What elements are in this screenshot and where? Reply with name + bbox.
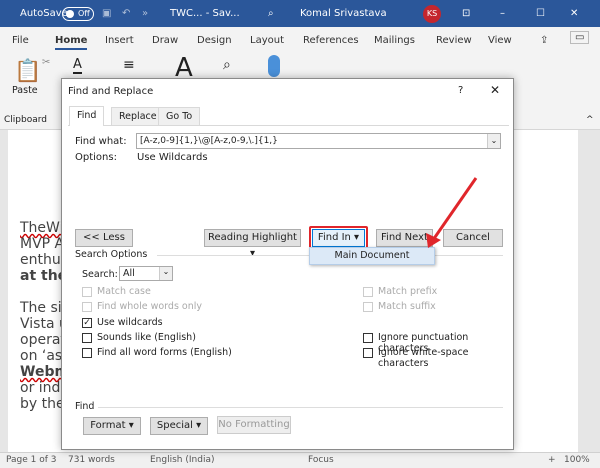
tab-view[interactable]: View <box>488 35 512 46</box>
checkbox[interactable] <box>82 348 92 358</box>
ribbon-tabs: File Home Insert Draw Design Layout Refe… <box>0 27 600 53</box>
ribbon-display-icon[interactable]: ⊡ <box>462 8 470 19</box>
comments-icon[interactable]: ▭ <box>570 31 590 44</box>
tab-file[interactable]: File <box>12 35 29 46</box>
search-direction-label: Search: <box>82 269 118 280</box>
tab-review[interactable]: Review <box>436 35 472 46</box>
tab-home[interactable]: Home <box>55 35 88 50</box>
chevron-down-icon[interactable]: ⌄ <box>159 267 172 280</box>
more-icon[interactable]: » <box>142 8 148 19</box>
zoom-in-icon[interactable]: + <box>548 455 556 465</box>
tab-references[interactable]: References <box>303 35 359 46</box>
dictate-icon[interactable] <box>268 55 280 77</box>
save-icon[interactable]: ▣ <box>102 8 111 19</box>
checkbox-label: Ignore white-space characters <box>378 347 469 369</box>
tab-find[interactable]: Find <box>69 106 105 126</box>
share-icon[interactable]: ⇪ <box>540 35 548 46</box>
find-what-label: Find what: <box>75 136 127 147</box>
checkbox-label: Find whole words only <box>97 301 203 312</box>
search-options-label: Search Options <box>75 249 148 260</box>
maximize-icon[interactable]: ☐ <box>536 8 545 19</box>
reading-highlight-button[interactable]: Reading Highlight ▾ <box>204 229 301 259</box>
tab-design[interactable]: Design <box>197 35 232 46</box>
tab-go-to[interactable]: Go To <box>158 107 201 125</box>
user-name: Komal Srivastava <box>300 8 387 19</box>
paste-icon[interactable]: 📋 <box>14 59 41 84</box>
tab-insert[interactable]: Insert <box>105 35 134 46</box>
tab-draw[interactable]: Draw <box>152 35 178 46</box>
checkbox <box>82 287 92 297</box>
title-bar: AutoSave Off ▣ ↶ » TWC... - Sav... ⌕ Kom… <box>0 0 600 27</box>
checkbox-label: Match prefix <box>378 286 438 297</box>
tab-mailings[interactable]: Mailings <box>374 35 415 46</box>
autosave-label: AutoSave <box>20 8 68 19</box>
collapse-ribbon-icon[interactable]: ^ <box>586 115 594 125</box>
checkbox-label: Match suffix <box>378 301 436 312</box>
minimize-icon[interactable]: – <box>500 8 505 19</box>
special-button[interactable]: Special ▾ <box>150 417 208 435</box>
format-button[interactable]: Format ▾ <box>83 417 141 435</box>
checkbox <box>82 302 92 312</box>
checkbox-label: Sounds like (English) <box>97 332 196 343</box>
less-button[interactable]: << Less <box>75 229 133 247</box>
chevron-down-icon[interactable]: ⌄ <box>487 134 500 148</box>
autosave-toggle[interactable]: Off <box>62 7 94 21</box>
font-color-icon[interactable]: A <box>73 57 82 74</box>
tab-layout[interactable]: Layout <box>250 35 284 46</box>
find-section-label: Find <box>75 401 95 412</box>
checkbox[interactable] <box>82 333 92 343</box>
checkbox-label: Match case <box>97 286 151 297</box>
page-count[interactable]: Page 1 of 3 <box>6 455 57 465</box>
find-in-button[interactable]: Find In ▾ <box>312 229 365 247</box>
help-button[interactable]: ? <box>458 85 463 96</box>
paragraph-icon[interactable]: ≡ <box>123 57 135 73</box>
clipboard-group-label: Clipboard <box>4 115 47 125</box>
language[interactable]: English (India) <box>150 455 214 465</box>
close-icon[interactable]: ✕ <box>490 83 500 97</box>
word-count[interactable]: 731 words <box>68 455 115 465</box>
checkbox[interactable] <box>363 333 373 343</box>
undo-icon[interactable]: ↶ <box>122 8 130 19</box>
checkbox[interactable]: ✓ <box>82 318 92 328</box>
find-next-button[interactable]: Find Next <box>376 229 433 247</box>
checkbox <box>363 302 373 312</box>
search-icon[interactable]: ⌕ <box>268 8 274 19</box>
close-icon[interactable]: ✕ <box>570 8 578 19</box>
options-value: Use Wildcards <box>137 152 208 163</box>
checkbox-label: Use wildcards <box>97 317 163 328</box>
options-label: Options: <box>75 152 117 163</box>
checkbox-label: Find all word forms (English) <box>97 347 232 358</box>
find-replace-dialog: Find and Replace ? ✕ Find Replace Go To … <box>61 78 514 450</box>
cancel-button[interactable]: Cancel <box>443 229 503 247</box>
status-bar: Page 1 of 3 731 words English (India) Fo… <box>0 452 600 468</box>
zoom-level[interactable]: 100% <box>564 455 590 465</box>
checkbox[interactable] <box>363 348 373 358</box>
dialog-title: Find and Replace <box>68 86 154 97</box>
cut-icon[interactable]: ✂ <box>42 57 50 68</box>
checkbox <box>363 287 373 297</box>
no-formatting-button: No Formatting <box>217 416 291 434</box>
focus-button[interactable]: Focus <box>308 455 334 465</box>
paste-label[interactable]: Paste <box>12 85 38 96</box>
avatar[interactable]: KS <box>423 5 441 23</box>
find-what-input[interactable]: [A-z,0-9]{1,}\@[A-z,0-9,\.]{1,} <box>136 133 501 149</box>
document-title[interactable]: TWC... - Sav... <box>170 8 240 19</box>
main-document-option[interactable]: Main Document <box>309 247 435 265</box>
tab-replace[interactable]: Replace <box>111 107 165 125</box>
find-icon[interactable]: ⌕ <box>223 57 231 73</box>
